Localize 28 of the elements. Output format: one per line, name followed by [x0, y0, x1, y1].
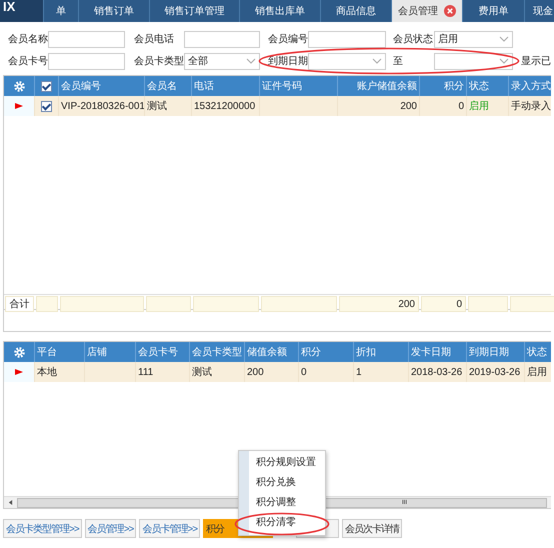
logo: IX	[0, 0, 43, 22]
field-label: 至	[393, 55, 404, 68]
total-cell: 200	[339, 296, 419, 312]
field-label: 会员卡类型	[134, 54, 184, 68]
table-cell: 1	[356, 366, 362, 378]
table-cell: 200	[247, 366, 264, 378]
table-cell: 0	[301, 366, 307, 378]
table-cell: 111	[138, 366, 154, 378]
table-cell-text: 启用	[527, 366, 547, 379]
show-deleted-label: 显示已	[521, 55, 551, 68]
table-cell: 15321200000	[194, 100, 256, 112]
table-cell: 2019-03-26	[469, 366, 520, 378]
field-label: 会员状态	[393, 32, 434, 46]
field-label: 会员名称	[8, 33, 48, 46]
total-label: 合计	[5, 296, 34, 312]
table-cell: 0	[458, 100, 464, 112]
field-label: 会员编号	[268, 32, 308, 46]
table-cell-text: 本地	[37, 366, 57, 379]
table-cell-text: 测试	[192, 366, 212, 379]
field-label: 会员卡号	[8, 54, 48, 68]
table-cell-text: 启用	[469, 100, 489, 113]
table-cell: 200	[400, 100, 417, 112]
total-cell: 0	[421, 296, 466, 312]
table-cell-text: 测试	[147, 100, 167, 113]
table-cell-text: 手动录入	[511, 100, 551, 113]
field-label: 会员电话	[134, 32, 175, 46]
table-cell: 2018-03-26	[411, 366, 462, 378]
field-label: 到期日期	[268, 54, 308, 68]
